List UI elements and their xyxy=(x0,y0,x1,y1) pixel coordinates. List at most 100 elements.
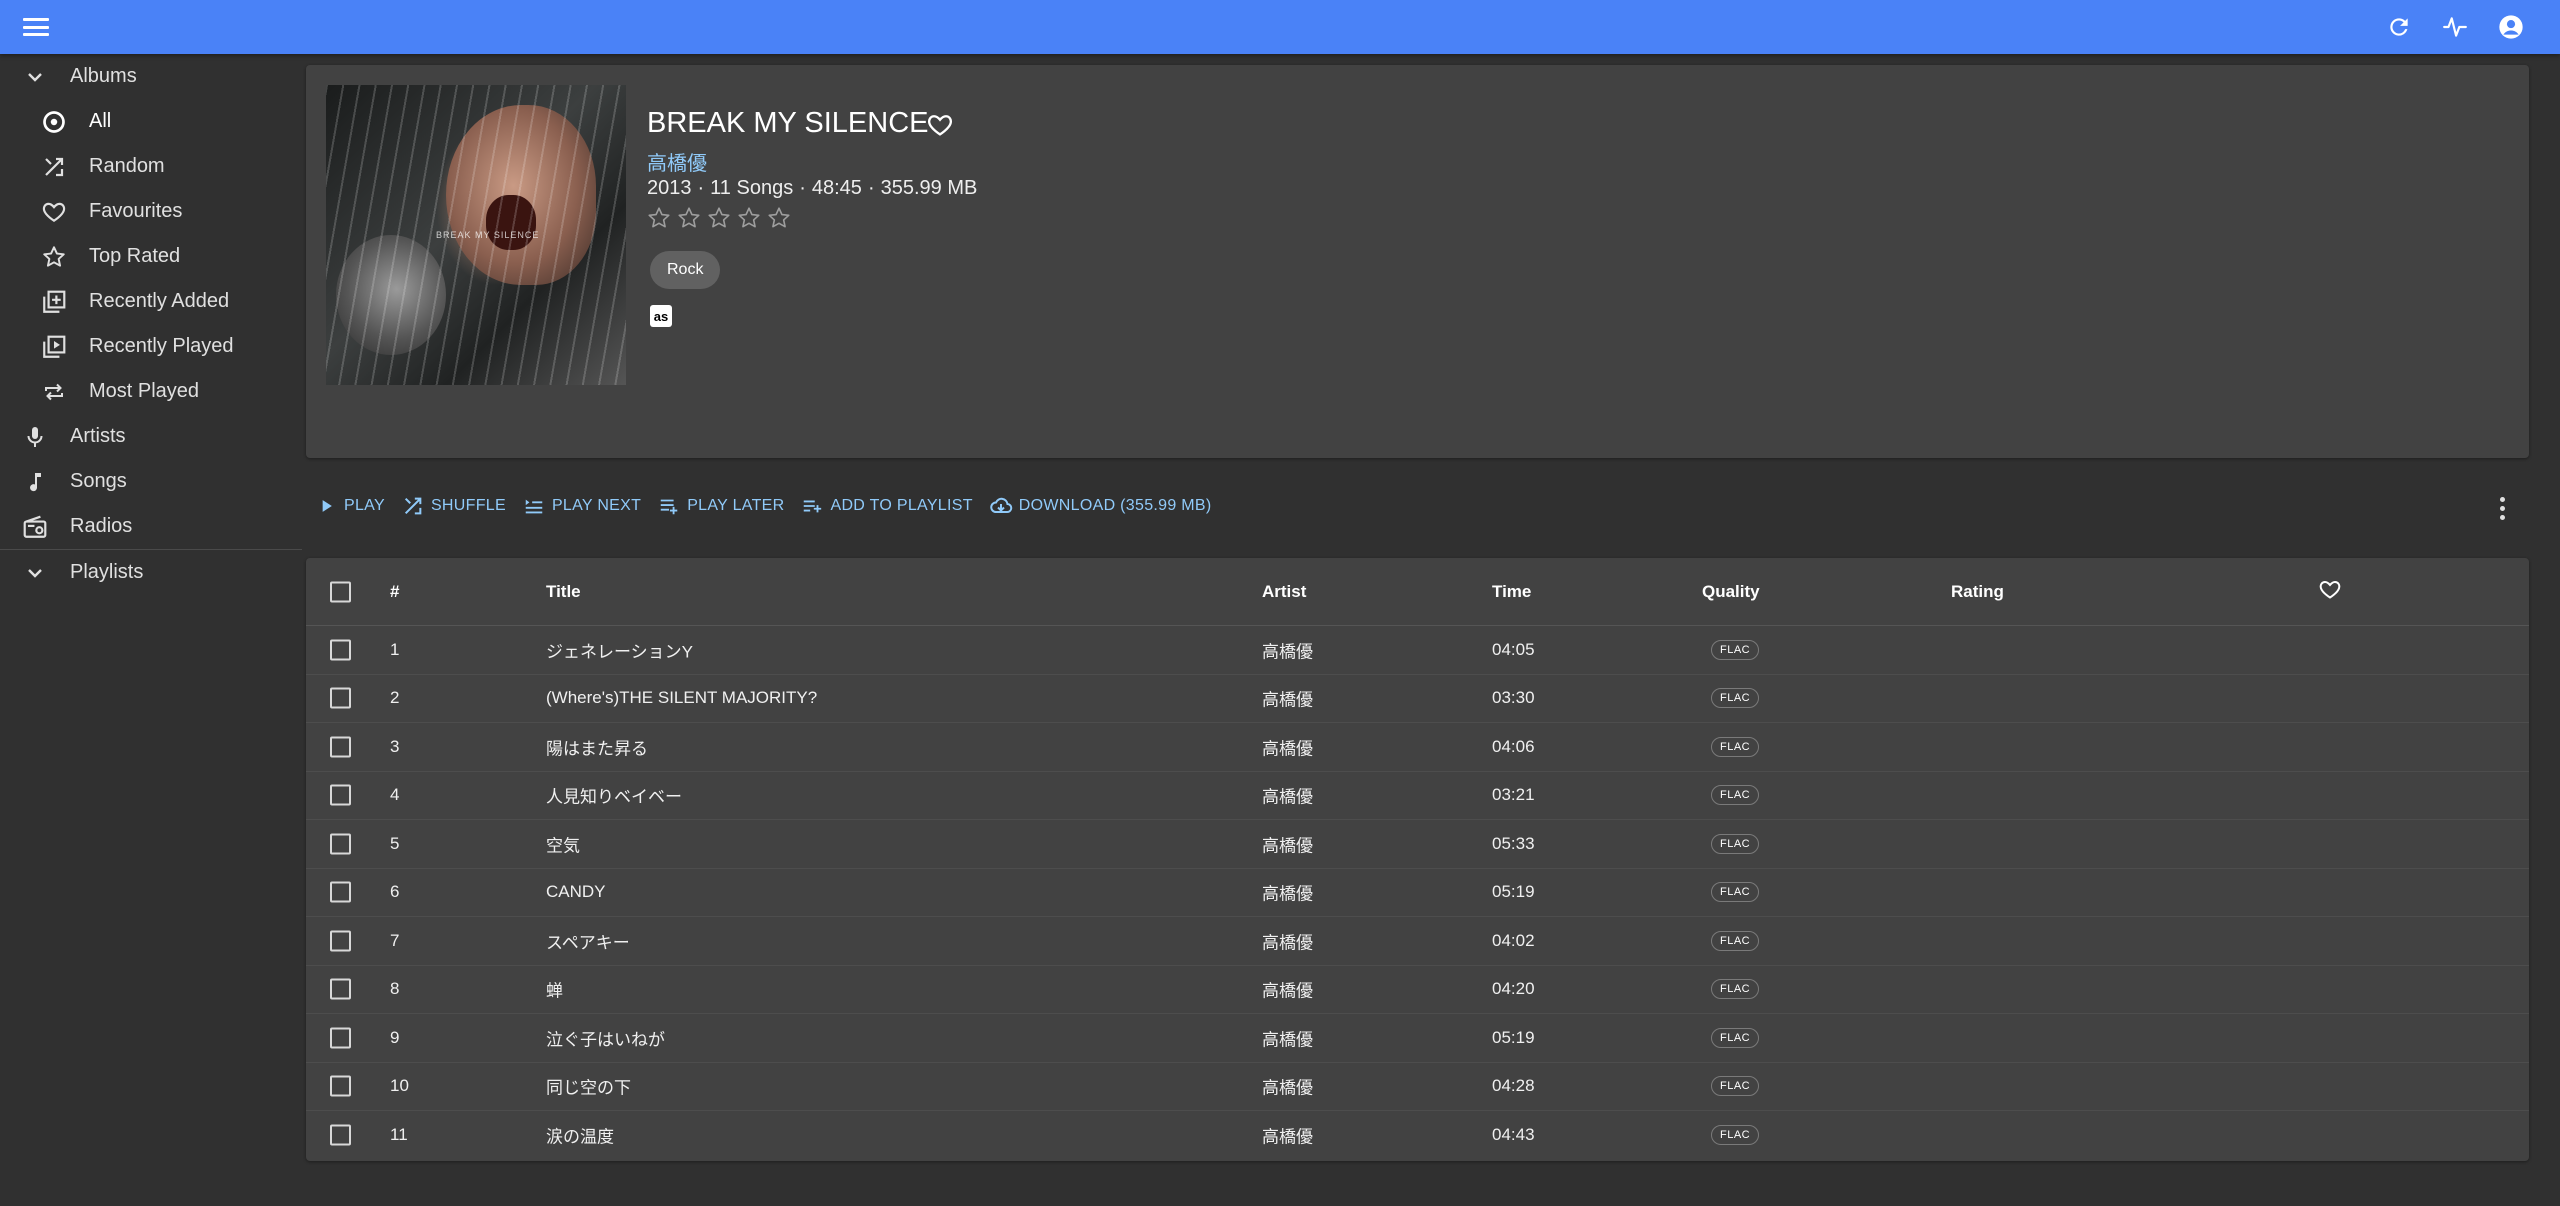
album-artist-link[interactable]: 高橋優 xyxy=(647,147,707,176)
sidebar-item-label: Top Rated xyxy=(89,245,181,267)
lastfm-icon[interactable]: as xyxy=(650,305,672,327)
table-row[interactable]: 8 蝉 高橋優 04:20 FLAC xyxy=(306,966,2529,1014)
album-cover[interactable]: BREAK MY SILENCE xyxy=(326,85,626,385)
track-artist[interactable]: 高橋優 xyxy=(1262,831,1313,856)
favourite-heart-icon[interactable] xyxy=(926,111,954,139)
row-checkbox[interactable] xyxy=(330,833,351,855)
track-artist[interactable]: 高橋優 xyxy=(1262,880,1313,905)
column-header-favourite-heart-icon[interactable] xyxy=(2318,577,2342,606)
star-icon[interactable] xyxy=(646,205,672,231)
album-title: BREAK MY SILENCE xyxy=(647,107,929,139)
sidebar-item-playlists[interactable]: Playlists xyxy=(0,550,302,595)
row-checkbox[interactable] xyxy=(330,1124,351,1146)
sidebar-item-albums[interactable]: Albums xyxy=(0,54,302,99)
quality-badge: FLAC xyxy=(1711,882,1760,903)
row-checkbox[interactable] xyxy=(330,978,351,1000)
table-row[interactable]: 2 (Where's)THE SILENT MAJORITY? 高橋優 03:3… xyxy=(306,675,2529,723)
sidebar: Albums All Random Favourites Top Rated R… xyxy=(0,54,302,1206)
account-icon[interactable] xyxy=(2496,12,2526,42)
table-row[interactable]: 9 泣ぐ子はいねが 高橋優 05:19 FLAC xyxy=(306,1014,2529,1063)
row-checkbox[interactable] xyxy=(330,784,351,806)
row-checkbox[interactable] xyxy=(330,736,351,758)
track-time: 04:28 xyxy=(1492,1076,1535,1096)
column-header-rating[interactable]: Rating xyxy=(1951,582,2004,602)
track-artist[interactable]: 高橋優 xyxy=(1262,928,1313,953)
music-note-icon xyxy=(20,467,50,497)
column-header-number[interactable]: # xyxy=(390,582,399,602)
more-options-icon[interactable] xyxy=(2488,492,2516,524)
play-later-label: PLAY LATER xyxy=(687,497,785,514)
table-row[interactable]: 3 陽はまた昇る 高橋優 04:06 FLAC xyxy=(306,723,2529,772)
track-artist[interactable]: 高橋優 xyxy=(1262,977,1313,1002)
sidebar-item-top-rated[interactable]: Top Rated xyxy=(0,234,302,279)
column-header-time[interactable]: Time xyxy=(1492,582,1531,602)
track-artist[interactable]: 高橋優 xyxy=(1262,637,1313,662)
table-row[interactable]: 4 人見知りベイベー 高橋優 03:21 FLAC xyxy=(306,772,2529,820)
quality-badge: FLAC xyxy=(1711,1076,1760,1097)
row-checkbox[interactable] xyxy=(330,639,351,661)
track-artist[interactable]: 高橋優 xyxy=(1262,1123,1313,1148)
track-table: # Title Artist Time Quality Rating 1 ジェネ… xyxy=(306,558,2529,1161)
track-artist[interactable]: 高橋優 xyxy=(1262,686,1313,711)
sidebar-item-all[interactable]: All xyxy=(0,99,302,144)
sidebar-item-label: Albums xyxy=(70,65,137,87)
track-title: 人見知りベイベー xyxy=(546,787,682,807)
select-all-checkbox[interactable] xyxy=(330,581,351,602)
row-checkbox[interactable] xyxy=(330,1027,351,1049)
sidebar-item-random[interactable]: Random xyxy=(0,144,302,189)
sidebar-item-artists[interactable]: Artists xyxy=(0,414,302,459)
column-header-artist[interactable]: Artist xyxy=(1262,582,1306,602)
refresh-icon[interactable] xyxy=(2384,12,2414,42)
play-next-button[interactable]: PLAY NEXT xyxy=(514,488,649,524)
download-button[interactable]: DOWNLOAD (355.99 MB) xyxy=(981,488,1220,524)
sidebar-item-recently-played[interactable]: Recently Played xyxy=(0,324,302,369)
quality-badge: FLAC xyxy=(1711,833,1760,854)
track-time: 04:43 xyxy=(1492,1125,1535,1145)
activity-icon[interactable] xyxy=(2440,12,2470,42)
star-icon[interactable] xyxy=(736,205,762,231)
add-to-playlist-button[interactable]: ADD TO PLAYLIST xyxy=(792,488,980,524)
track-title: 蝉 xyxy=(546,981,563,1001)
rating-stars[interactable] xyxy=(646,205,792,231)
sidebar-item-favourites[interactable]: Favourites xyxy=(0,189,302,234)
table-row[interactable]: 5 空気 高橋優 05:33 FLAC xyxy=(306,820,2529,869)
track-number: 7 xyxy=(390,930,400,950)
microphone-icon xyxy=(20,422,50,452)
sidebar-item-label: All xyxy=(89,110,112,132)
sidebar-item-songs[interactable]: Songs xyxy=(0,459,302,504)
track-title: 空気 xyxy=(546,836,580,856)
track-artist[interactable]: 高橋優 xyxy=(1262,734,1313,759)
column-header-title[interactable]: Title xyxy=(546,582,581,602)
row-checkbox[interactable] xyxy=(330,687,351,709)
star-icon[interactable] xyxy=(706,205,732,231)
download-label: DOWNLOAD (355.99 MB) xyxy=(1018,497,1212,514)
track-number: 2 xyxy=(390,688,400,708)
table-row[interactable]: 10 同じ空の下 高橋優 04:28 FLAC xyxy=(306,1063,2529,1111)
track-title: 陽はまた昇る xyxy=(546,739,648,759)
table-header-row: # Title Artist Time Quality Rating xyxy=(306,558,2529,626)
track-artist[interactable]: 高橋優 xyxy=(1262,783,1313,808)
menu-icon[interactable] xyxy=(22,14,50,40)
row-checkbox[interactable] xyxy=(330,1075,351,1097)
table-row[interactable]: 1 ジェネレーションY 高橋優 04:05 FLAC xyxy=(306,626,2529,675)
sidebar-item-recently-added[interactable]: Recently Added xyxy=(0,279,302,324)
table-row[interactable]: 7 スペアキー 高橋優 04:02 FLAC xyxy=(306,917,2529,966)
row-checkbox[interactable] xyxy=(330,930,351,952)
sidebar-item-radios[interactable]: Radios xyxy=(0,504,302,549)
quality-badge: FLAC xyxy=(1711,688,1760,709)
track-artist[interactable]: 高橋優 xyxy=(1262,1074,1313,1099)
star-icon[interactable] xyxy=(766,205,792,231)
play-later-button[interactable]: PLAY LATER xyxy=(649,488,792,524)
track-title: 泣ぐ子はいねが xyxy=(546,1030,665,1050)
shuffle-button[interactable]: SHUFFLE xyxy=(393,488,514,524)
column-header-quality[interactable]: Quality xyxy=(1702,582,1760,602)
play-button[interactable]: PLAY xyxy=(306,488,393,524)
star-icon[interactable] xyxy=(676,205,702,231)
table-row[interactable]: 11 涙の温度 高橋優 04:43 FLAC xyxy=(306,1111,2529,1160)
table-row[interactable]: 6 CANDY 高橋優 05:19 FLAC xyxy=(306,869,2529,917)
genre-chip[interactable]: Rock xyxy=(650,251,721,289)
sidebar-item-most-played[interactable]: Most Played xyxy=(0,369,302,414)
row-checkbox[interactable] xyxy=(330,881,351,903)
track-artist[interactable]: 高橋優 xyxy=(1262,1025,1313,1050)
album-size: 355.99 MB xyxy=(880,177,978,199)
